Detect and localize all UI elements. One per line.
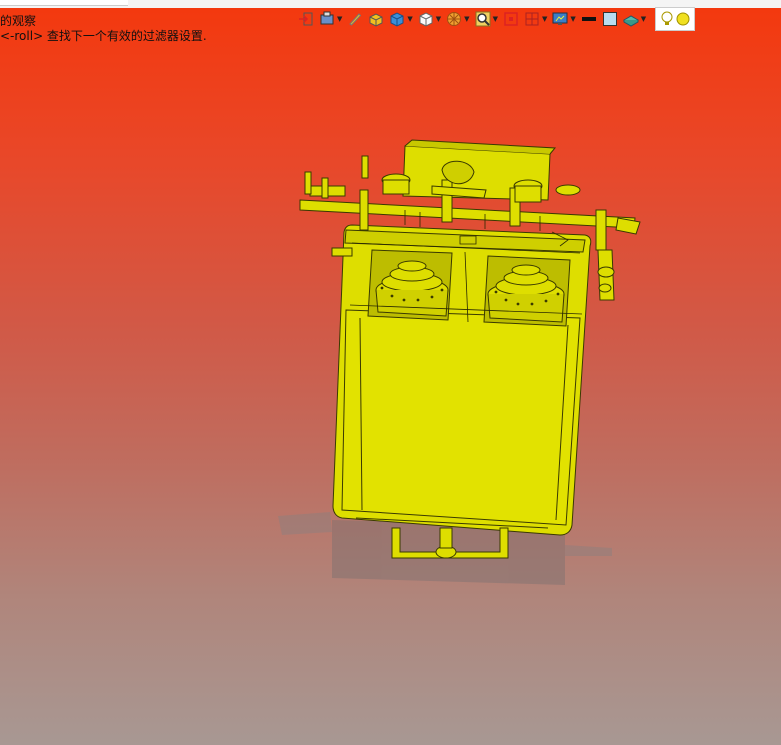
- model-viewport[interactable]: [0, 0, 781, 745]
- filter-tank-model[interactable]: [299, 139, 641, 559]
